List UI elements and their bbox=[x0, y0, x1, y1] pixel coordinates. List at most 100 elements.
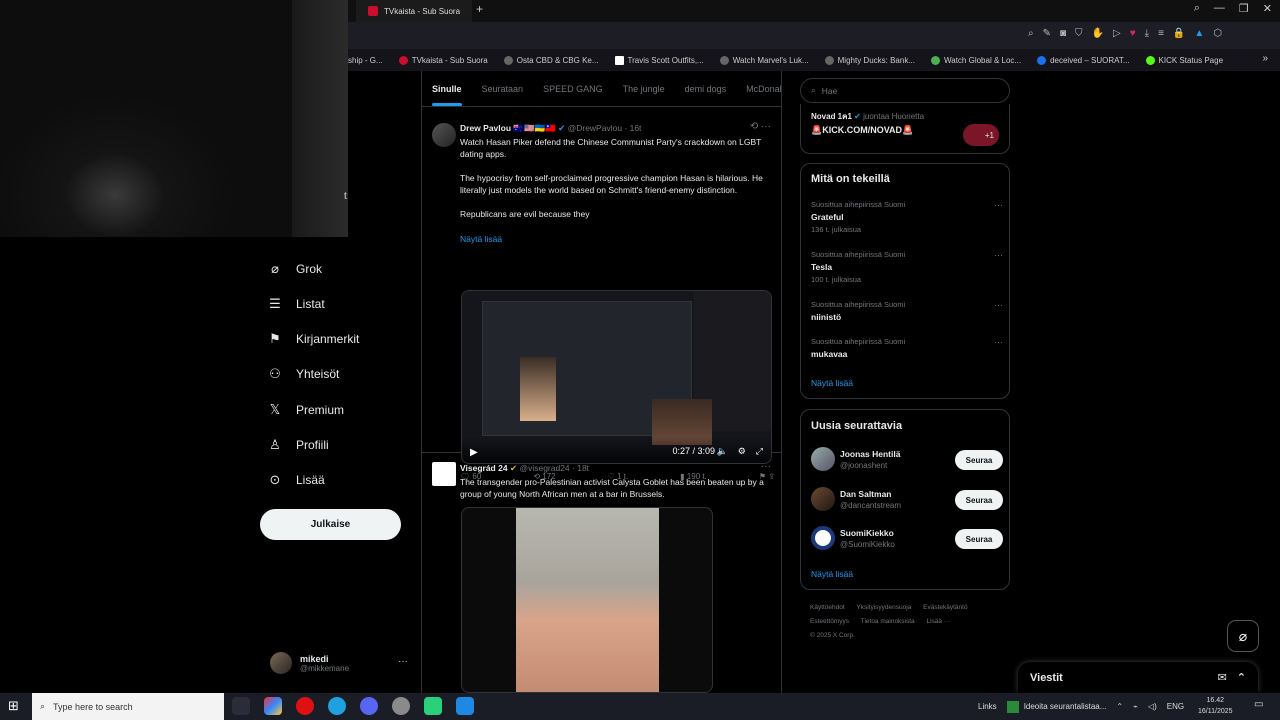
bookmark-item[interactable]: Watch Global & Loc... bbox=[931, 55, 1021, 65]
trend-item[interactable]: Suosittua aihepiirissä Suomi mukavaa ··· bbox=[811, 337, 1003, 359]
zoom-icon[interactable]: ⌕ bbox=[1028, 28, 1034, 39]
search-icon[interactable]: ⌕ bbox=[1194, 2, 1200, 15]
more-icon[interactable]: ··· bbox=[761, 461, 771, 472]
puzzle-icon[interactable]: ⬡ bbox=[1213, 28, 1222, 39]
bookmark-item[interactable]: Watch Marvel's Luk... bbox=[719, 55, 809, 65]
app-icon[interactable] bbox=[424, 697, 442, 715]
edit-icon[interactable]: ✎ bbox=[1043, 28, 1051, 39]
download-icon[interactable]: ⤓ bbox=[1145, 28, 1149, 39]
sidebar-item-grok[interactable]: ⌀ Grok bbox=[268, 261, 322, 277]
task-view-icon[interactable] bbox=[232, 697, 250, 715]
network-icon[interactable]: ⌁ bbox=[1133, 702, 1138, 711]
trend-item[interactable]: Suosittua aihepiirissä Suomi niinistö ··… bbox=[811, 300, 1003, 322]
footer-link[interactable]: Käyttöehdot bbox=[810, 604, 845, 611]
tab-mcdonal[interactable]: McDonal bbox=[746, 84, 781, 94]
bookmark-item[interactable]: TVkaista - Sub Suora bbox=[398, 55, 488, 65]
tab-for-you[interactable]: Sinulle bbox=[432, 84, 462, 106]
tweet-image[interactable] bbox=[461, 507, 713, 693]
trend-item[interactable]: Suosittua aihepiirissä Suomi Grateful 13… bbox=[811, 200, 1003, 234]
sidebar-item-profile[interactable]: ♙ Profiili bbox=[268, 437, 329, 453]
sidebar-item-bookmarks[interactable]: ⚑ Kirjanmerkit bbox=[268, 331, 359, 347]
links-toolbar[interactable]: Links bbox=[978, 702, 997, 711]
show-more-link[interactable]: Näytä lisää bbox=[811, 378, 853, 388]
edge-icon[interactable] bbox=[328, 697, 346, 715]
stock-widget[interactable]: Ideoita seurantalistaa... bbox=[1006, 700, 1106, 713]
footer-link[interactable]: Tietoa mainoksista bbox=[861, 618, 915, 625]
new-message-icon[interactable]: ✉ bbox=[1218, 671, 1227, 684]
follow-button[interactable]: Seuraa bbox=[955, 490, 1003, 510]
opera-icon[interactable] bbox=[296, 697, 314, 715]
avatar[interactable] bbox=[432, 462, 456, 486]
tab-following[interactable]: Seurataan bbox=[482, 84, 524, 94]
app-icon[interactable] bbox=[392, 697, 410, 715]
menu-icon[interactable]: ≡ bbox=[1158, 28, 1164, 39]
lock-icon[interactable]: 🔒 bbox=[1173, 28, 1185, 39]
language-indicator[interactable]: ENG bbox=[1167, 702, 1184, 711]
more-icon[interactable]: ··· bbox=[994, 300, 1003, 310]
footer-link[interactable]: Esteettömyys bbox=[810, 618, 849, 625]
browser-tab[interactable]: TVkaista - Sub Suora bbox=[356, 0, 473, 22]
sidebar-item-communities[interactable]: ⚇ Yhteisöt bbox=[268, 366, 339, 382]
extension-icon[interactable]: ✋ bbox=[1092, 28, 1104, 39]
volume-icon[interactable]: ◁) bbox=[1148, 702, 1157, 711]
chevron-up-icon[interactable]: ⌃ bbox=[1116, 702, 1123, 711]
follow-suggestion[interactable]: SuomiKiekko @SuomiKiekko Seuraa bbox=[811, 526, 1003, 552]
show-more-link[interactable]: Näytä lisää bbox=[811, 569, 853, 579]
follow-suggestion[interactable]: Joonas Hentilä @joonashent Seuraa bbox=[811, 447, 1003, 473]
account-switcher[interactable]: mikedi @mikkemane bbox=[270, 652, 349, 674]
tab-speed-gang[interactable]: SPEED GANG bbox=[543, 84, 603, 94]
more-icon[interactable]: ··· bbox=[398, 656, 408, 667]
bookmark-item[interactable]: Mighty Ducks: Bank... bbox=[824, 55, 915, 65]
bookmarks-overflow-icon[interactable]: » bbox=[1262, 53, 1268, 64]
restore-icon[interactable]: ❐ bbox=[1239, 2, 1249, 15]
sidebar-item-premium[interactable]: 𝕏 Premium bbox=[268, 402, 344, 418]
play-icon[interactable]: ▷ bbox=[1113, 28, 1121, 39]
shield-icon[interactable]: ⛉ bbox=[1075, 28, 1083, 39]
minimize-icon[interactable]: — bbox=[1214, 2, 1225, 15]
tab-demi-dogs[interactable]: demi dogs bbox=[685, 84, 727, 94]
more-icon[interactable]: ⟲ ··· bbox=[750, 121, 771, 132]
windows-start-icon[interactable]: ⊞ bbox=[8, 698, 19, 714]
more-icon[interactable]: ··· bbox=[994, 250, 1003, 260]
sidebar-item-lists[interactable]: ☰ Listat bbox=[268, 296, 325, 312]
expand-icon[interactable]: ⌃ bbox=[1237, 671, 1246, 684]
sidebar-item-more[interactable]: ⊙ Lisää bbox=[268, 472, 325, 488]
app-icon[interactable] bbox=[456, 697, 474, 715]
notifications-icon[interactable]: ▭ bbox=[1254, 699, 1263, 710]
video-player[interactable]: ▶ 0:27 / 3:09 🔈 ⚙ ⤢ bbox=[461, 290, 772, 464]
footer-link[interactable]: Yksityisyydensuoja bbox=[856, 604, 911, 611]
clock[interactable]: 16.42 16/11/2025 bbox=[1198, 695, 1233, 717]
bookmark-item[interactable]: Travis Scott Outfits,... bbox=[614, 55, 704, 65]
more-icon[interactable]: ··· bbox=[994, 337, 1003, 347]
more-icon[interactable]: ··· bbox=[994, 200, 1003, 210]
tweet[interactable]: Drew Pavlou 🇦🇺🇺🇸🇺🇦🇹🇼 ✔ @DrewPavlou · 16t… bbox=[422, 108, 781, 481]
avatar[interactable] bbox=[432, 123, 456, 147]
new-tab-icon[interactable]: + bbox=[476, 2, 483, 16]
close-icon[interactable]: ✕ bbox=[1263, 2, 1272, 15]
trend-item[interactable]: Suosittua aihepiirissä Suomi Tesla 100 t… bbox=[811, 250, 1003, 284]
heart-icon[interactable]: ♥ bbox=[1130, 28, 1136, 39]
author-name[interactable]: Drew Pavlou 🇦🇺🇺🇸🇺🇦🇹🇼 bbox=[460, 123, 556, 133]
footer-link[interactable]: Lisää ··· bbox=[926, 618, 950, 625]
camera-icon[interactable]: ◙ bbox=[1060, 28, 1066, 39]
bookmark-item[interactable]: deceived – SUORAT... bbox=[1037, 55, 1130, 65]
grok-button[interactable]: ⌀ bbox=[1227, 620, 1259, 652]
post-button[interactable]: Julkaise bbox=[260, 509, 401, 540]
search-input[interactable]: ⌕ Hae bbox=[800, 78, 1010, 103]
live-space-card[interactable]: Novad 1ฅ1 ✔ juontaa Huonetta 🚨KICK.COM/N… bbox=[800, 104, 1010, 154]
author-name[interactable]: Visegrád 24 bbox=[460, 463, 508, 473]
discord-icon[interactable] bbox=[360, 697, 378, 715]
bookmark-item[interactable]: KICK Status Page bbox=[1145, 55, 1223, 65]
app-icon[interactable] bbox=[264, 697, 282, 715]
show-more-link[interactable]: Näytä lisää bbox=[460, 233, 772, 245]
bookmark-item[interactable]: ship - G... bbox=[348, 56, 383, 65]
bookmark-item[interactable]: Osta CBD & CBG Ke... bbox=[503, 55, 599, 65]
follow-suggestion[interactable]: Dan Saltman @dancantstream Seuraa bbox=[811, 487, 1003, 513]
footer-link[interactable]: Evästekäytäntö bbox=[923, 604, 967, 611]
follow-button[interactable]: Seuraa bbox=[955, 450, 1003, 470]
tab-the-jungle[interactable]: The jungle bbox=[623, 84, 665, 94]
follow-button[interactable]: Seuraa bbox=[955, 529, 1003, 549]
taskbar-search-input[interactable]: ⌕ Type here to search bbox=[32, 693, 224, 720]
extension-icon[interactable]: ▲ bbox=[1194, 28, 1204, 39]
messages-drawer[interactable]: Viestit ✉ ⌃ bbox=[1018, 662, 1258, 693]
